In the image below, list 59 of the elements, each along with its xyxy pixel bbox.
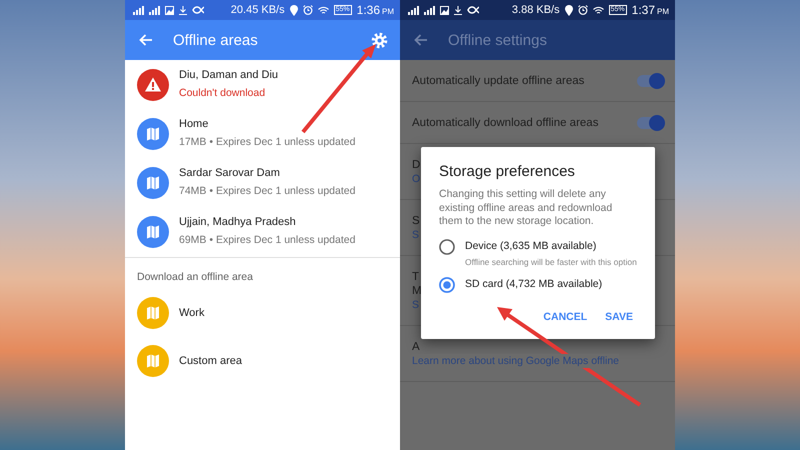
download-icon <box>179 6 187 14</box>
location-pin-icon <box>290 4 298 16</box>
image-icon <box>440 6 449 14</box>
location-pin-icon <box>564 4 573 16</box>
area-name[interactable]: Sardar Sarovar Dam <box>179 166 356 181</box>
setting-title: M <box>412 284 422 298</box>
setting-value: S <box>412 298 420 312</box>
option-label: Device (3,635 MB available) <box>465 238 598 252</box>
area-details: 17MB • Expires Dec 1 unless updated <box>179 135 356 150</box>
area-name[interactable]: Ujjain, Madhya Pradesh <box>179 215 356 230</box>
fish-icon <box>467 6 479 14</box>
setting-value: S <box>412 228 420 242</box>
settings-icon[interactable] <box>371 32 388 48</box>
network-speed: 20.45 KB/s <box>230 4 285 16</box>
network-speed: 3.88 KB/s <box>512 4 560 16</box>
wifi-icon <box>592 6 604 14</box>
area-name[interactable]: Home <box>179 117 356 132</box>
alarm-clock-icon <box>578 5 588 15</box>
dialog-title: Storage preferences <box>439 163 576 180</box>
clock-time: 1:37 <box>632 3 655 17</box>
cancel-button[interactable]: CANCEL <box>539 306 592 326</box>
radio-button[interactable] <box>439 238 455 254</box>
wifi-icon <box>318 6 329 14</box>
download-option[interactable]: Custom area <box>179 354 242 368</box>
map-icon <box>137 345 169 377</box>
setting-title: D <box>412 158 420 172</box>
setting-title: A <box>412 340 420 354</box>
signal-icon <box>424 6 435 14</box>
clock-period: PM <box>382 7 394 16</box>
setting-title: Automatically update offline areas <box>412 74 584 88</box>
setting-title: S <box>412 214 420 228</box>
clock-period: PM <box>657 7 669 16</box>
signal-icon <box>133 6 144 14</box>
fish-icon <box>192 6 204 14</box>
dialog-message: Changing this setting will delete any existing offline areas and redownload them to the new storage location. <box>439 188 614 228</box>
back-arrow-icon[interactable] <box>414 34 428 46</box>
error-message: Couldn't download <box>179 86 266 101</box>
alarm-clock-icon <box>302 5 313 15</box>
download-icon <box>454 6 462 14</box>
area-details: 69MB • Expires Dec 1 unless updated <box>179 233 356 248</box>
setting-title: T <box>412 270 420 284</box>
option-hint: Offline searching will be faster with this option <box>465 256 637 268</box>
clock-time: 1:36 <box>356 3 380 17</box>
setting-title: Automatically download offline areas <box>412 116 598 130</box>
toggle-switch[interactable] <box>637 117 663 129</box>
toggle-switch[interactable] <box>637 75 663 87</box>
screen-title: Offline settings <box>448 32 548 48</box>
screen-title: Offline areas <box>173 32 259 48</box>
setting-value: O <box>412 172 420 186</box>
option-label: SD card (4,732 MB available) <box>465 276 602 290</box>
image-icon <box>165 6 174 14</box>
signal-icon <box>149 6 160 14</box>
map-icon <box>137 297 169 329</box>
save-button[interactable]: SAVE <box>601 306 637 326</box>
area-name[interactable]: Diu, Daman and Diu <box>179 68 278 83</box>
radio-button[interactable] <box>439 276 455 292</box>
signal-icon <box>408 6 419 14</box>
area-details: 74MB • Expires Dec 1 unless updated <box>179 184 356 199</box>
download-option[interactable]: Work <box>179 306 204 320</box>
